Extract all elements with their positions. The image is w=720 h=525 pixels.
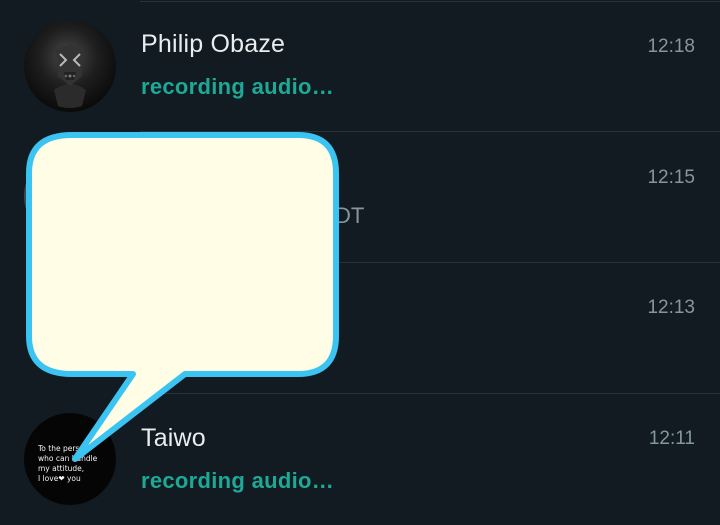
chat-list: Philip Obaze recording audio… 12:18 DT 1… <box>0 0 720 522</box>
chat-time: 12:15 <box>647 167 695 188</box>
quote-avatar-icon[interactable]: To the person who can handle my attitude… <box>24 413 116 505</box>
avatar-quote-text: To the person who can handle my attitude… <box>38 444 98 483</box>
chat-row-taiwo[interactable]: To the person who can handle my attitude… <box>0 394 720 525</box>
message-preview-fragment: DT <box>335 203 365 228</box>
avatar-graphic <box>24 150 116 242</box>
chat-row-philip-obaze[interactable]: Philip Obaze recording audio… 12:18 <box>0 0 720 131</box>
contact-name: Taiwo <box>141 424 206 452</box>
chat-time: 12:18 <box>647 36 695 57</box>
recording-status: recording audio… <box>141 74 335 99</box>
mask-graphic <box>54 44 86 108</box>
chat-time: 12:13 <box>647 297 695 318</box>
chat-time: 12:11 <box>648 428 695 449</box>
chat-row-3[interactable]: 12:13 <box>0 263 720 394</box>
contact-name: Philip Obaze <box>141 30 286 58</box>
masked-figure-avatar-icon[interactable] <box>24 20 116 112</box>
partially-hidden-avatar-icon[interactable] <box>24 150 116 242</box>
chat-row-2[interactable]: DT 12:15 <box>0 132 720 263</box>
recording-status: recording audio… <box>141 468 335 493</box>
